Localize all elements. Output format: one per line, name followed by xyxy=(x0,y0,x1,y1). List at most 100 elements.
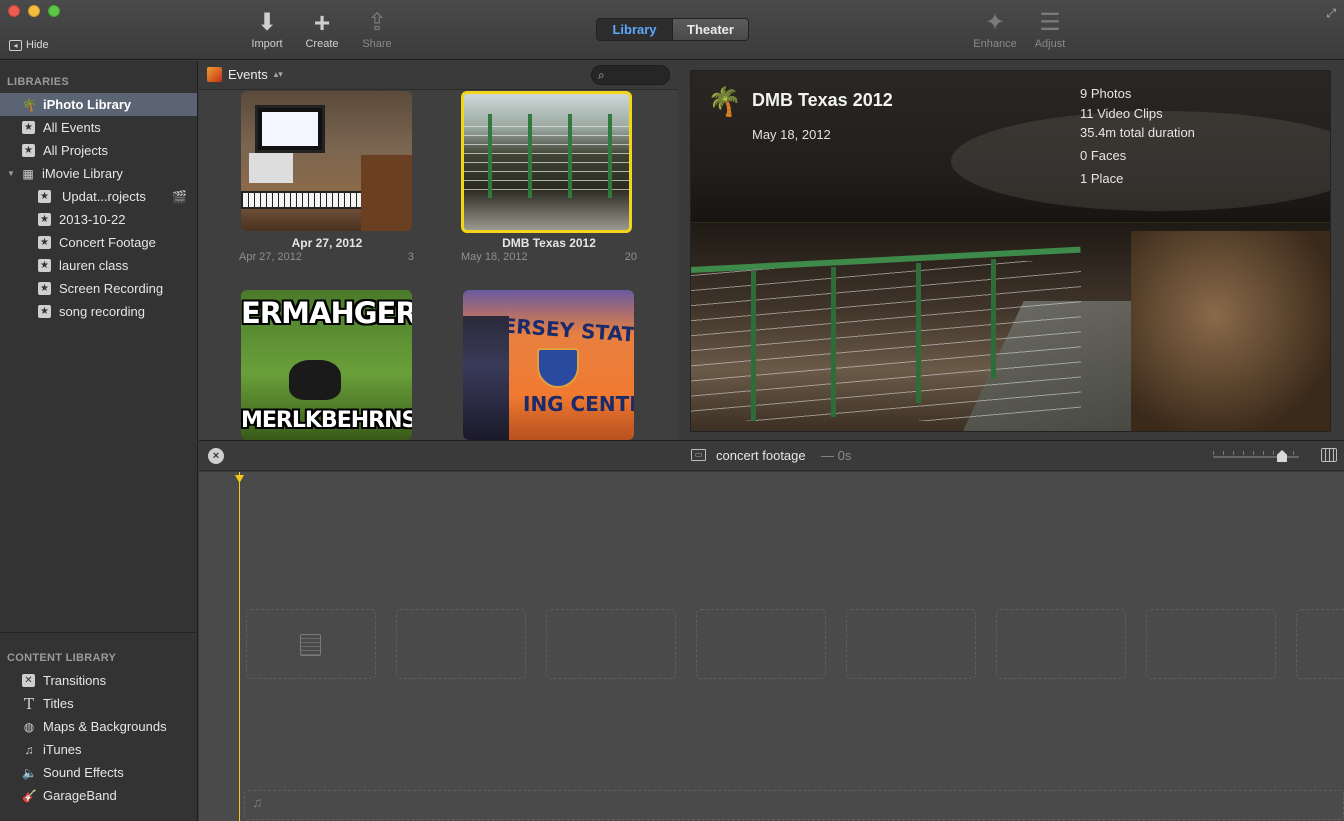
sidebar: LIBRARIES 🌴 iPhoto Library ★ All Events … xyxy=(0,61,198,821)
tab-library[interactable]: Library xyxy=(597,19,673,40)
sidebar-item-label: iTunes xyxy=(43,742,82,757)
playhead[interactable] xyxy=(239,472,240,821)
sidebar-item-transitions[interactable]: ✕ Transitions xyxy=(0,669,197,692)
police-badge xyxy=(537,348,579,388)
sidebar-item-all-projects[interactable]: ★ All Projects xyxy=(0,139,197,162)
magic-wand-icon: ✦ xyxy=(984,9,1006,36)
updown-arrows-icon: ▴▾ xyxy=(273,69,283,79)
event-thumbnail-state-police[interactable]: JERSEY STATE POL ING CENTER xyxy=(463,290,634,440)
titles-icon: T xyxy=(23,694,34,713)
grid-icon: ▦ xyxy=(22,166,34,181)
adjust-button[interactable]: ☰ Adjust xyxy=(1025,8,1075,50)
star-icon: ★ xyxy=(38,236,51,249)
sidebar-item-label: Updat...rojects xyxy=(62,189,146,204)
search-field[interactable]: ⌕ xyxy=(591,65,670,85)
sidebar-item-concert-footage[interactable]: ★ Concert Footage xyxy=(0,231,197,254)
sidebar-item-label: GarageBand xyxy=(43,788,117,803)
content-library-heading: CONTENT LIBRARY xyxy=(7,652,117,664)
disclosure-triangle-icon[interactable]: ▼ xyxy=(7,169,17,178)
sidebar-item-itunes[interactable]: ♫ iTunes xyxy=(0,738,197,761)
enhance-button[interactable]: ✦ Enhance xyxy=(967,8,1023,50)
sidebar-item-imovie-library[interactable]: ▼ ▦ iMovie Library xyxy=(0,162,197,185)
empty-clip-slot xyxy=(546,609,676,679)
sidebar-item-label: Titles xyxy=(43,696,74,711)
tab-theater[interactable]: Theater xyxy=(673,19,748,40)
sidebar-item-screen-recording[interactable]: ★ Screen Recording xyxy=(0,277,197,300)
search-icon: ⌕ xyxy=(598,68,605,82)
sidebar-item-label: Sound Effects xyxy=(43,765,124,780)
playhead-handle[interactable] xyxy=(235,475,244,483)
hide-label: Hide xyxy=(26,39,49,51)
import-button[interactable]: ⬇ Import xyxy=(242,8,292,50)
event-title: DMB Texas 2012 xyxy=(502,236,596,250)
share-button[interactable]: ⇪ Share xyxy=(352,8,402,50)
sidebar-item-label: Concert Footage xyxy=(59,235,156,250)
project-name: concert footage xyxy=(716,448,806,463)
empty-clip-slot xyxy=(696,609,826,679)
sidebar-item-maps-backgrounds[interactable]: ◍ Maps & Backgrounds xyxy=(0,715,197,738)
stat-video-clips: 11 Video Clips xyxy=(1080,106,1163,121)
star-icon: ★ xyxy=(38,190,51,203)
sidebar-item-titles[interactable]: T Titles xyxy=(0,692,197,715)
meme-caption-top: ERMAHGERD xyxy=(241,296,412,330)
close-window-button[interactable] xyxy=(8,5,20,17)
officer-figure xyxy=(463,316,509,440)
event-meta: May 18, 2012 20 xyxy=(461,251,637,263)
star-icon: ★ xyxy=(22,144,35,157)
stat-places: 1 Place xyxy=(1080,171,1124,186)
guitar-icon: 🎸 xyxy=(22,788,37,803)
sidebar-item-label: Transitions xyxy=(43,673,107,688)
sidebar-item-garageband[interactable]: 🎸 GarageBand xyxy=(0,784,197,807)
event-date: May 18, 2012 xyxy=(461,251,528,263)
sidebar-item-label: 2013-10-22 xyxy=(59,212,126,227)
sidebar-item-2013-10-22[interactable]: ★ 2013-10-22 xyxy=(0,208,197,231)
event-thumbnail-meme[interactable]: ERMAHGERD MERLKBEHRNS xyxy=(241,290,412,440)
sidebar-item-sound-effects[interactable]: 🔈 Sound Effects xyxy=(0,761,197,784)
sidebar-item-lauren-class[interactable]: ★ lauren class xyxy=(0,254,197,277)
filmstrip-settings-icon[interactable] xyxy=(1321,448,1337,462)
close-project-icon[interactable]: × xyxy=(208,448,224,464)
viewer: 🌴 DMB Texas 2012 May 18, 2012 9 Photos 1… xyxy=(679,61,1344,440)
music-note-icon: ♫ xyxy=(24,742,34,757)
download-arrow-icon: ⬇ xyxy=(256,9,278,36)
event-count: 3 xyxy=(407,251,414,263)
speaker-icon: 🔈 xyxy=(22,765,37,780)
event-thumbnail-dmb-texas[interactable] xyxy=(461,91,632,233)
share-icon: ⇪ xyxy=(366,9,388,36)
stat-faces: 0 Faces xyxy=(1080,148,1127,163)
sidebar-item-label: iPhoto Library xyxy=(43,97,132,112)
sidebar-item-song-recording[interactable]: ★ song recording xyxy=(0,300,197,323)
empty-clip-slot xyxy=(396,609,526,679)
empty-clip-slot xyxy=(846,609,976,679)
star-icon: ★ xyxy=(38,305,51,318)
dog-photo xyxy=(289,360,341,400)
sidebar-item-updated-projects[interactable]: ★ Updat...rojects 🎬 xyxy=(0,185,197,208)
enhance-label: Enhance xyxy=(973,38,1017,50)
sidebar-divider xyxy=(0,632,197,633)
sidebar-item-all-events[interactable]: ★ All Events xyxy=(0,116,197,139)
empty-clip-slot xyxy=(996,609,1126,679)
empty-clip-slot xyxy=(1296,609,1344,679)
event-thumbnail-apr-27[interactable] xyxy=(241,91,412,231)
stat-duration: 35.4m total duration xyxy=(1080,125,1195,140)
create-button[interactable]: + Create xyxy=(297,8,347,51)
event-meta: Apr 27, 2012 3 xyxy=(239,251,414,263)
sidebar-item-iphoto-library[interactable]: 🌴 iPhoto Library xyxy=(0,93,197,116)
sidebar-item-label: Maps & Backgrounds xyxy=(43,719,167,734)
star-icon: ★ xyxy=(38,282,51,295)
viewer-preview[interactable]: 🌴 DMB Texas 2012 May 18, 2012 9 Photos 1… xyxy=(690,70,1331,432)
timeline[interactable]: ♫ xyxy=(199,472,1344,821)
zoom-window-button[interactable] xyxy=(48,5,60,17)
project-icon: ▭ xyxy=(691,449,706,461)
project-bar: × ▭ concert footage — 0s xyxy=(199,440,1344,471)
audio-lane xyxy=(244,790,1344,820)
sidebar-item-label: iMovie Library xyxy=(42,166,123,181)
events-selector[interactable]: Events ▴▾ xyxy=(207,67,283,82)
minimize-window-button[interactable] xyxy=(28,5,40,17)
sidebar-item-label: All Events xyxy=(43,120,101,135)
hide-sidebar-button[interactable]: ◂ Hide xyxy=(9,39,49,51)
fullscreen-icon[interactable]: ⤢ xyxy=(1326,6,1336,21)
sign-text-bottom: ING CENTER xyxy=(523,392,634,416)
project-duration: — 0s xyxy=(821,448,852,463)
import-label: Import xyxy=(251,38,283,50)
